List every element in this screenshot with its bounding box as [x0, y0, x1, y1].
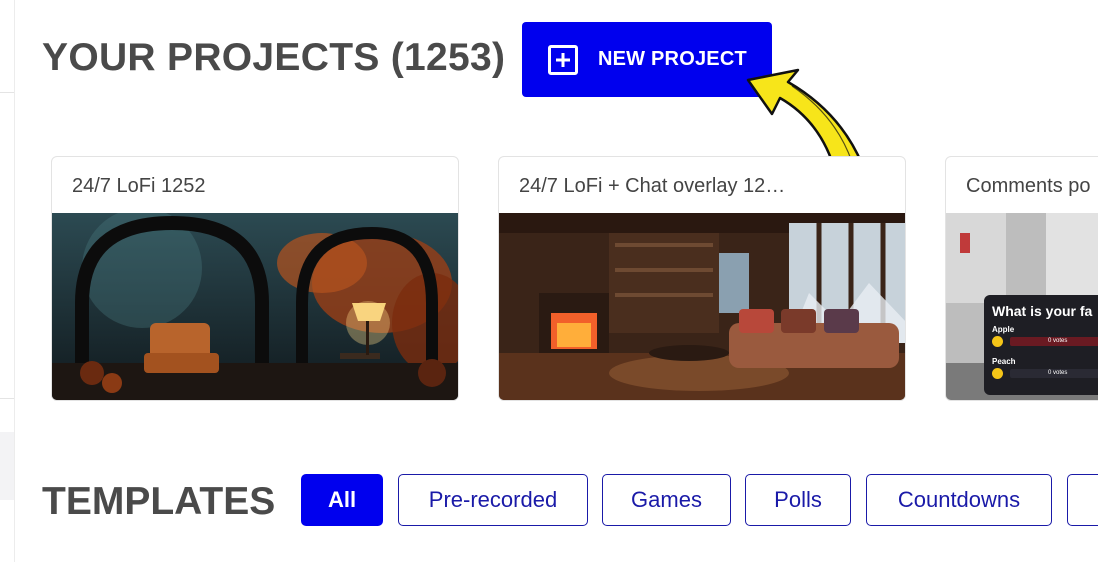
project-thumbnail: [499, 213, 905, 400]
projects-heading: YOUR PROJECTS (1253): [42, 36, 506, 79]
filter-more[interactable]: [1067, 474, 1098, 526]
emoji-icon: [992, 368, 1003, 379]
filter-all[interactable]: All: [301, 474, 383, 526]
project-title: 24/7 LoFi 1252: [72, 175, 206, 197]
poll-option: Apple 0 votes: [992, 325, 1098, 349]
filter-countdowns[interactable]: Countdowns: [866, 474, 1052, 526]
project-title: Comments po: [966, 175, 1091, 197]
sidebar-item[interactable]: [0, 432, 14, 500]
project-title: 24/7 LoFi + Chat overlay 12…: [519, 175, 786, 197]
project-card[interactable]: 24/7 LoFi + Chat overlay 12…: [498, 156, 906, 401]
poll-option-label: Apple: [992, 325, 1015, 334]
poll-question: What is your fa: [992, 303, 1093, 319]
templates-heading: TEMPLATES: [42, 480, 276, 523]
new-project-label: NEW PROJECT: [598, 48, 747, 70]
emoji-icon: [992, 336, 1003, 347]
project-card[interactable]: 24/7 LoFi 1252: [51, 156, 459, 401]
project-thumbnail: [52, 213, 458, 400]
poll-votes: 0 votes: [1048, 370, 1068, 376]
project-card[interactable]: Comments po What is your fa Apple 0 vote…: [945, 156, 1098, 401]
plus-icon: [548, 44, 578, 75]
project-thumbnail: What is your fa Apple 0 votes Peach 0 vo…: [946, 213, 1098, 400]
new-project-button[interactable]: NEW PROJECT: [522, 22, 772, 97]
poll-option-label: Peach: [992, 357, 1016, 366]
poll-votes: 0 votes: [1048, 338, 1068, 344]
filter-polls[interactable]: Polls: [745, 474, 851, 526]
poll-option: Peach 0 votes: [992, 357, 1098, 381]
filter-pre-recorded[interactable]: Pre-recorded: [398, 474, 588, 526]
poll-overlay: What is your fa Apple 0 votes Peach 0 vo…: [984, 295, 1098, 395]
sidebar-divider: [0, 398, 14, 399]
sidebar-divider: [0, 92, 14, 93]
filter-games[interactable]: Games: [602, 474, 731, 526]
